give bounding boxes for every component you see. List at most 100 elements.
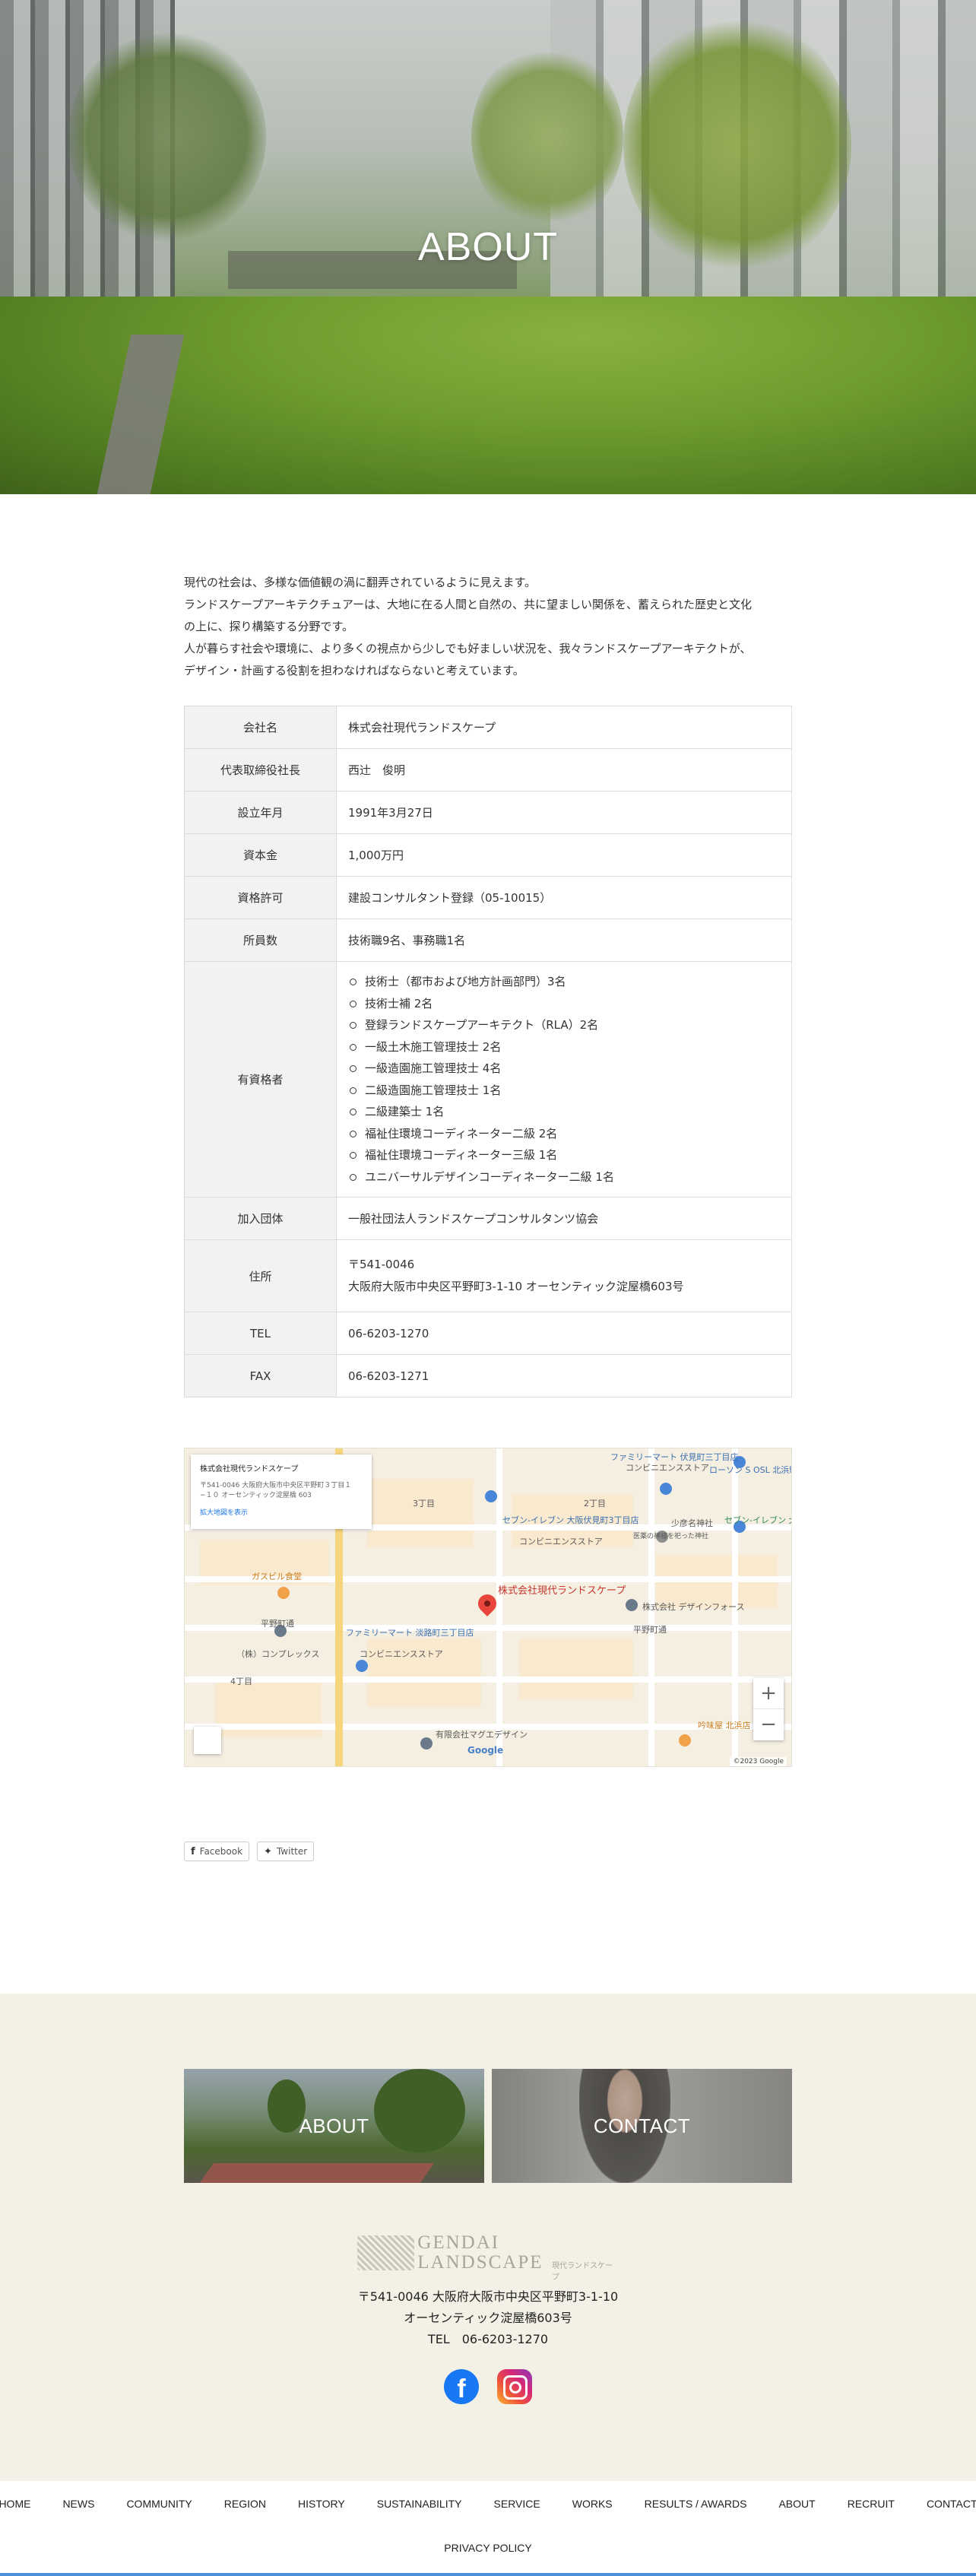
map-label: ファミリーマート 淡路町三丁目店 xyxy=(346,1628,474,1638)
site-footer: ABOUT CONTACT GENDAI LANDSCAPE 現代ランドスケープ… xyxy=(0,1994,976,2562)
map-label: 医薬の神様を祀った神社 xyxy=(633,1533,709,1540)
nav-item-history[interactable]: HISTORY xyxy=(282,2498,361,2510)
intro-line: の上に、探り構築する分野です。 xyxy=(184,620,354,633)
facebook-icon: f xyxy=(191,1845,195,1857)
business-icon[interactable] xyxy=(626,1599,638,1611)
company-info-table: 会社名 株式会社現代ランドスケープ 代表取締役社長 西辻 俊明 設立年月 199… xyxy=(184,706,792,1397)
row-label: 所員数 xyxy=(184,918,337,962)
address-line: 大阪府大阪市中央区平野町3-1-10 オーセンティック淀屋橋603号 xyxy=(348,1280,684,1293)
restaurant-icon[interactable] xyxy=(679,1734,691,1746)
about-card[interactable]: ABOUT xyxy=(184,2069,484,2183)
map-label: （株）コンプレックス xyxy=(236,1649,320,1659)
nav-item-news[interactable]: NEWS xyxy=(46,2498,110,2510)
list-item: 技術士補 2名 xyxy=(348,993,780,1015)
list-item: 福祉住環境コーディネーター二級 2名 xyxy=(348,1123,780,1145)
table-row: TEL 06-6203-1270 xyxy=(184,1312,792,1355)
social-links: f xyxy=(444,2369,532,2404)
restaurant-icon[interactable] xyxy=(277,1587,290,1599)
row-label: 代表取締役社長 xyxy=(184,748,337,792)
list-item: 二級造園施工管理技士 1名 xyxy=(348,1080,780,1102)
business-icon[interactable] xyxy=(420,1737,433,1750)
twitter-share-label: Twitter xyxy=(276,1846,308,1857)
map-label: セブン-イレブン 大阪淡路町3丁目 xyxy=(724,1515,791,1525)
nav-item-home[interactable]: HOME xyxy=(0,2498,46,2510)
row-label: 設立年月 xyxy=(184,791,337,834)
row-value: 06-6203-1271 xyxy=(336,1354,792,1397)
row-label: 加入団体 xyxy=(184,1197,337,1240)
company-logo[interactable]: GENDAI LANDSCAPE 現代ランドスケープ xyxy=(357,2233,619,2282)
list-item: 福祉住環境コーディネーター三級 1名 xyxy=(348,1144,780,1166)
map-enlarge-link[interactable]: 拡大地図を表示 xyxy=(200,1507,363,1517)
intro-line: 人が暮らす社会や環境に、より多くの視点から少しでも好ましい状況を、我々ランドスケ… xyxy=(184,642,752,655)
contact-card-label: CONTACT xyxy=(593,2114,691,2137)
convenience-store-icon[interactable] xyxy=(485,1490,497,1502)
map-road xyxy=(185,1677,791,1683)
street-view-icon[interactable] xyxy=(194,1727,221,1754)
footer-nav: HOME NEWS COMMUNITY REGION HISTORY SUSTA… xyxy=(0,2481,976,2562)
row-value: 技術職9名、事務職1名 xyxy=(336,918,792,962)
map-label: コンビニエンスストア xyxy=(519,1537,603,1547)
nav-item-recruit[interactable]: RECRUIT xyxy=(832,2498,911,2510)
list-item: 一級土木施工管理技士 2名 xyxy=(348,1036,780,1058)
twitter-share-button[interactable]: ✦ Twitter xyxy=(257,1842,315,1861)
address-postal: 〒541-0046 xyxy=(348,1258,415,1271)
nav-item-results-awards[interactable]: RESULTS / AWARDS xyxy=(629,2498,763,2510)
instagram-icon[interactable] xyxy=(497,2369,532,2404)
row-value: 06-6203-1270 xyxy=(336,1312,792,1355)
table-row: 加入団体 一般社団法人ランドスケープコンサルタンツ協会 xyxy=(184,1197,792,1240)
row-label: 有資格者 xyxy=(184,961,337,1198)
nav-item-contact[interactable]: CONTACT xyxy=(911,2498,976,2510)
row-value: 技術士（都市および地方計画部門）3名 技術士補 2名 登録ランドスケープアーキテ… xyxy=(336,961,792,1198)
list-item: ユニバーサルデザインコーディネーター二級 1名 xyxy=(348,1166,780,1188)
map-card-title: 株式会社現代ランドスケープ xyxy=(200,1465,299,1474)
footer-address: 〒541-0046 大阪府大阪市中央区平野町3-1-10 オーセンティック淀屋橋… xyxy=(0,2286,976,2350)
map-block xyxy=(367,1479,474,1547)
embedded-map[interactable]: ファミリーマート 伏見町三丁目店 コンビニエンスストア ローソン S OSL 北… xyxy=(184,1448,792,1767)
pin-label: 株式会社現代ランドスケープ xyxy=(498,1585,626,1597)
facebook-icon[interactable]: f xyxy=(444,2369,479,2404)
share-buttons: f Facebook ✦ Twitter xyxy=(184,1842,792,1861)
facebook-share-button[interactable]: f Facebook xyxy=(184,1842,250,1861)
nav-item-region[interactable]: REGION xyxy=(208,2498,282,2510)
row-label: 住所 xyxy=(184,1239,337,1312)
intro-text: 現代の社会は、多様な価値観の渦に翻弄されているように見えます。 ランドスケープア… xyxy=(184,572,792,682)
map-zoom-control[interactable]: + − xyxy=(753,1678,784,1740)
row-label: 資本金 xyxy=(184,833,337,877)
main-content: 現代の社会は、多様な価値観の渦に翻弄されているように見えます。 ランドスケープア… xyxy=(184,572,792,1861)
table-row: 資本金 1,000万円 xyxy=(184,833,792,877)
convenience-store-icon[interactable] xyxy=(660,1483,672,1495)
bottom-accent-line xyxy=(0,2573,976,2576)
row-value: 1,000万円 xyxy=(336,833,792,877)
hero-banner: ABOUT xyxy=(0,0,976,494)
row-label: FAX xyxy=(184,1354,337,1397)
facebook-share-label: Facebook xyxy=(199,1846,243,1857)
map-label: 平野町通 xyxy=(633,1625,667,1635)
logo-mark-icon xyxy=(357,2235,415,2270)
map-label: 4丁目 xyxy=(230,1677,252,1686)
footer-cards: ABOUT CONTACT xyxy=(184,2069,792,2183)
map-road xyxy=(496,1448,502,1766)
table-row: 会社名 株式会社現代ランドスケープ xyxy=(184,706,792,749)
list-item: 一級造園施工管理技士 4名 xyxy=(348,1058,780,1080)
footer-address-line: オーセンティック淀屋橋603号 xyxy=(404,2311,572,2325)
map-attribution[interactable]: ©2023 Google xyxy=(730,1757,787,1766)
footer-nav-list: HOME NEWS COMMUNITY REGION HISTORY SUSTA… xyxy=(0,2481,976,2510)
nav-item-sustainability[interactable]: SUSTAINABILITY xyxy=(361,2498,478,2510)
about-card-label: ABOUT xyxy=(299,2114,369,2137)
list-item: 登録ランドスケープアーキテクト（RLA）2名 xyxy=(348,1014,780,1036)
list-item: 二級建築士 1名 xyxy=(348,1101,780,1123)
zoom-in-icon[interactable]: + xyxy=(753,1678,784,1709)
table-row: 資格許可 建設コンサルタント登録（05-10015） xyxy=(184,876,792,919)
map-block xyxy=(519,1639,633,1699)
privacy-policy-link[interactable]: PRIVACY POLICY xyxy=(0,2542,976,2554)
list-item: 技術士（都市および地方計画部門）3名 xyxy=(348,971,780,993)
nav-item-community[interactable]: COMMUNITY xyxy=(110,2498,208,2510)
nav-item-works[interactable]: WORKS xyxy=(556,2498,629,2510)
nav-item-service[interactable]: SERVICE xyxy=(478,2498,556,2510)
map-info-card: 株式会社現代ランドスケープ 〒541-0046 大阪府大阪市中央区平野町３丁目１… xyxy=(191,1455,372,1529)
convenience-store-icon[interactable] xyxy=(356,1660,368,1672)
qualifications-list: 技術士（都市および地方計画部門）3名 技術士補 2名 登録ランドスケープアーキテ… xyxy=(348,971,780,1188)
contact-card[interactable]: CONTACT xyxy=(492,2069,792,2183)
zoom-out-icon[interactable]: − xyxy=(753,1709,784,1740)
nav-item-about[interactable]: ABOUT xyxy=(762,2498,831,2510)
